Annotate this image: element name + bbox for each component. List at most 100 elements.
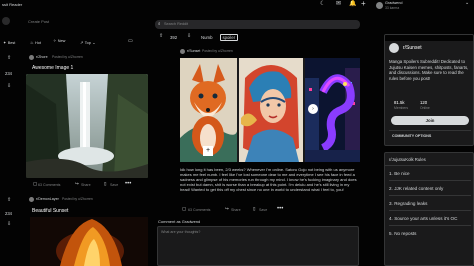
rule-item[interactable]: 3. Regrading leaks — [389, 201, 473, 210]
divider — [389, 180, 471, 181]
comments-count[interactable]: 63 Comments — [38, 183, 60, 187]
vote-column: ⇧ 234 ⇩ — [4, 54, 18, 102]
post-actions: ▢ 63 Comments ↪ Share ▯ Save ••• — [26, 181, 150, 192]
community-banner — [385, 35, 473, 41]
top-bar: ssit Reader ☾ ✉ 🔔 + Gradwend 33 karma ⌄ — [0, 0, 474, 12]
share-button[interactable]: Share — [231, 208, 241, 212]
community-card: r/Sunset Manga Spoilers Subreddit! Dedic… — [384, 34, 474, 146]
search-icon: ⌕ — [158, 20, 161, 26]
downvote-icon[interactable]: ⇩ — [7, 222, 11, 227]
rule-text: Be nice — [394, 171, 410, 176]
username: Gradwend — [385, 1, 403, 5]
divider — [385, 165, 473, 166]
community-name[interactable]: r/Sunset — [403, 45, 422, 51]
post-body: Idk how long it has been, 2/3 weeks? Whe… — [180, 167, 357, 193]
join-button[interactable]: Join — [391, 116, 469, 125]
comments-count[interactable]: 63 Comments — [188, 208, 210, 212]
downvote-icon[interactable]: ⇩ — [187, 34, 191, 39]
sort-tab-label: Top — [84, 41, 91, 45]
post-image-waterfall[interactable] — [26, 74, 148, 178]
user-menu[interactable]: Gradwend 33 karma — [376, 0, 446, 12]
karma: 33 karma — [385, 5, 400, 10]
vote-count: 392 — [170, 35, 178, 40]
community-name[interactable]: r/DemonLayer — [36, 197, 59, 201]
comment-box[interactable]: What are your thoughts? — [157, 226, 359, 266]
gallery-next-button[interactable]: › — [308, 104, 318, 114]
vote-count: 234 — [5, 211, 12, 216]
community-options-button[interactable]: COMMUNITY OPTIONS — [392, 134, 431, 138]
rule-number: 5. — [389, 231, 393, 236]
moon-icon[interactable]: ☾ — [320, 1, 325, 7]
flair-numb: Numb — [201, 35, 213, 40]
posted-by[interactable]: Posted by u/Zhorren — [202, 49, 233, 53]
notification-bell-icon[interactable]: 🔔 — [349, 1, 356, 7]
save-button[interactable]: Save — [259, 208, 267, 212]
rule-text: Source your arts unless it's OC — [394, 216, 458, 221]
rule-number: 3. — [389, 201, 393, 206]
post-image-fire[interactable] — [30, 217, 148, 266]
feed-post[interactable]: ⇧ 234 ⇩ r/DemonLayer Posted by u/Zhorren… — [0, 195, 150, 266]
sort-tab-label: Hot — [34, 41, 41, 45]
more-options-icon[interactable]: ••• — [277, 206, 283, 212]
sort-tab-new[interactable]: ✧ New — [53, 38, 65, 44]
posted-by[interactable]: Posted by u/Zhorren — [62, 197, 93, 201]
search-input[interactable]: Search Reddit — [164, 22, 188, 26]
chevron-down-icon[interactable]: ⌄ — [465, 1, 469, 6]
brand-logo[interactable]: ssit Reader — [2, 2, 22, 7]
posted-by[interactable]: Posted by u/Zhorren — [52, 55, 83, 59]
join-button-label: Join — [425, 118, 435, 123]
create-post-input[interactable]: Create Post — [28, 19, 49, 24]
share-button[interactable]: Share — [81, 183, 91, 187]
more-options-icon[interactable]: ••• — [125, 181, 131, 187]
online-count: 120 — [420, 100, 428, 105]
community-icon — [29, 197, 34, 202]
post-title[interactable]: Awesome Image 1 — [32, 65, 73, 71]
share-icon[interactable]: ↪ — [75, 181, 79, 187]
bookmark-icon[interactable]: ▯ — [253, 206, 255, 212]
share-icon[interactable]: ↪ — [225, 206, 229, 212]
sort-tab-hot[interactable]: ♨ Hot — [30, 40, 41, 46]
vote-column: ⇧ 234 ⇩ — [4, 195, 18, 243]
comment-as-label: Comment as Gradwend — [158, 219, 201, 224]
rule-item[interactable]: 5. No reposts — [389, 231, 473, 240]
rule-text: JJK related content only — [394, 186, 444, 191]
comment-input[interactable]: What are your thoughts? — [161, 230, 200, 234]
search-bar[interactable]: ⌕ Search Reddit — [155, 20, 360, 29]
message-icon[interactable]: ✉ — [336, 1, 341, 7]
chevron-down-icon: ⌄ — [92, 40, 96, 45]
sort-bar: ✦ Best ♨ Hot ✧ New ↗ Top ⌄ ▭ — [0, 38, 150, 50]
save-button[interactable]: Save — [110, 183, 118, 187]
post-title[interactable]: Beautiful Sunset — [32, 208, 68, 214]
upvote-icon[interactable]: ⇧ — [7, 56, 11, 61]
bookmark-icon[interactable]: ▯ — [104, 181, 106, 187]
post-gallery[interactable]: › + — [180, 58, 360, 162]
rule-number: 4. — [389, 216, 393, 221]
chevron-right-icon: › — [312, 106, 314, 112]
community-name[interactable]: r/Sunset — [187, 49, 200, 53]
gallery-plus-button[interactable]: + — [203, 146, 213, 156]
comment-icon[interactable]: ▢ — [33, 181, 37, 187]
gallery-image-portrait[interactable] — [239, 58, 303, 162]
vote-count: 234 — [5, 71, 12, 76]
downvote-icon[interactable]: ⇩ — [7, 84, 11, 89]
divider — [389, 225, 471, 226]
create-post-bar[interactable]: Create Post — [0, 15, 150, 27]
community-name[interactable]: r/Zhore — [36, 55, 48, 59]
post-header: ⇧ 392 ⇩ Numb spoiler — [155, 34, 360, 44]
upvote-icon[interactable]: ⇧ — [7, 198, 11, 203]
add-post-icon[interactable]: + — [361, 0, 366, 8]
rule-item[interactable]: 4. Source your arts unless it's OC — [389, 216, 473, 225]
upvote-icon[interactable]: ⇧ — [159, 34, 163, 39]
spoiler-badge: spoiler — [220, 34, 238, 41]
feed-post[interactable]: ⇧ 234 ⇩ r/Zhore Posted by u/Zhorren Awes… — [0, 54, 150, 194]
rules-card: r/JujutsuKolk Rules 1. Be nice 2. JJK re… — [384, 152, 474, 266]
rule-item[interactable]: 1. Be nice — [389, 171, 473, 180]
rule-item[interactable]: 2. JJK related content only — [389, 186, 473, 195]
sort-tab-top[interactable]: ↗ Top ⌄ — [80, 40, 96, 46]
divider — [389, 130, 471, 131]
divider — [389, 210, 471, 211]
community-avatar — [389, 43, 399, 53]
comment-icon[interactable]: ▢ — [182, 206, 186, 212]
sort-tab-best[interactable]: ✦ Best — [3, 40, 15, 46]
layout-icon[interactable]: ▭ — [128, 39, 133, 44]
